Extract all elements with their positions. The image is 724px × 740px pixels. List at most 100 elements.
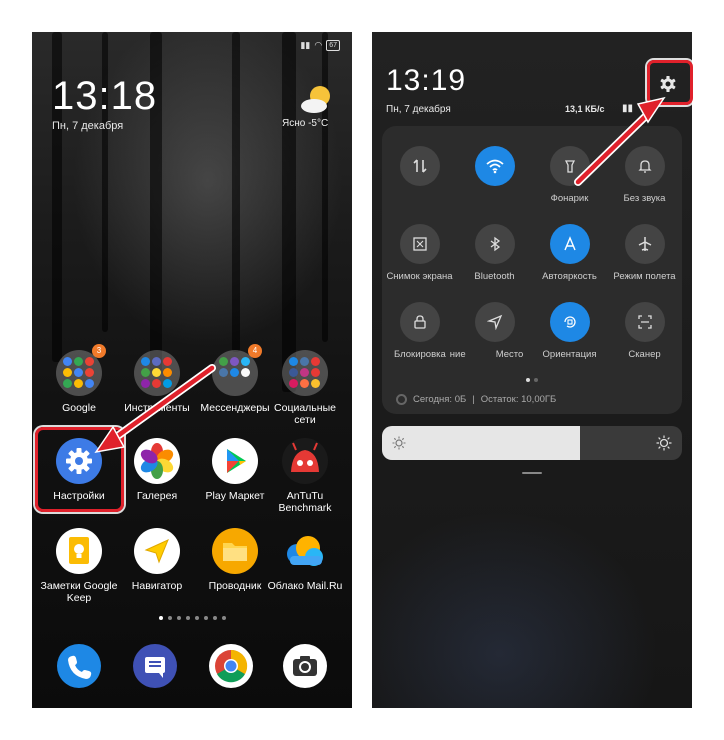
- page-dot[interactable]: [185, 616, 190, 620]
- page-dot[interactable]: [176, 616, 181, 620]
- folder-icon: [212, 528, 258, 574]
- page-dot[interactable]: [212, 616, 217, 620]
- app-navigator[interactable]: Навигатор: [117, 528, 197, 592]
- rotation-icon: [549, 302, 590, 342]
- folder-tools[interactable]: Инструменты: [117, 350, 197, 414]
- screenshot-icon: [399, 224, 440, 264]
- page-dot[interactable]: [221, 616, 226, 620]
- tile-label: Фонарик: [550, 193, 589, 204]
- tile-label: Автояркость: [542, 271, 597, 282]
- page-dot[interactable]: [203, 616, 208, 620]
- app-file-manager[interactable]: Проводник: [195, 528, 275, 592]
- gear-highlight-frame: [647, 60, 693, 105]
- google-folder-icon: 3: [56, 344, 106, 396]
- page-dot[interactable]: [194, 616, 199, 620]
- brightness-slider[interactable]: [382, 426, 682, 460]
- app-antutu[interactable]: AnTuTu Benchmark: [265, 438, 345, 514]
- app-label: Заметки Google Keep: [40, 580, 118, 604]
- tree-trunk: [232, 32, 240, 352]
- data-usage[interactable]: Сегодня: 0Б | Остаток: 10,00ГБ: [396, 394, 556, 405]
- app-label: Play Маркет: [205, 490, 265, 502]
- chrome-icon: [215, 649, 248, 683]
- page-indicator[interactable]: [32, 616, 352, 620]
- notification-date: Пн, 7 декабря: [386, 104, 451, 115]
- airplane-icon: [624, 224, 665, 264]
- tile-scanner[interactable]: Сканер: [607, 302, 682, 360]
- app-label: Социальные сети: [274, 402, 336, 426]
- notification-badge: 3: [92, 344, 106, 358]
- quick-settings-panel: Фонарик Без звука Снимок экрана Bluetoot…: [382, 126, 682, 414]
- bluetooth-icon: [474, 224, 515, 264]
- tile-mobile-data[interactable]: [382, 146, 457, 193]
- tile-page-dot[interactable]: [534, 378, 538, 382]
- phone-icon: [68, 655, 92, 679]
- quick-settings-screen: 13:19 Пн, 7 декабря 13,1 КБ/с ▮▮ Фонарик…: [372, 32, 692, 708]
- gallery-flower-icon: [134, 438, 180, 484]
- app-label: Проводник: [208, 580, 262, 592]
- wifi-status-icon: ◠: [314, 40, 323, 50]
- tile-label-lock: Блокировка ние: [382, 349, 466, 360]
- signal-icon: ▮▮: [300, 40, 311, 50]
- tile-airplane-mode[interactable]: Режим полета: [607, 224, 682, 282]
- app-play-market[interactable]: Play Маркет: [195, 438, 275, 502]
- tile-label: Bluetooth: [474, 271, 515, 282]
- page-dot[interactable]: [158, 616, 163, 620]
- folder-social[interactable]: Социальные сети: [265, 350, 345, 426]
- app-label: Навигатор: [131, 580, 183, 592]
- brightness-fill: [382, 426, 580, 460]
- status-bar: ▮▮ ◠ 67: [300, 40, 340, 51]
- message-icon: [145, 657, 165, 678]
- app-mail-cloud[interactable]: Облако Mail.Ru: [265, 528, 345, 592]
- brightness-high-icon: [656, 435, 672, 451]
- app-gallery[interactable]: Галерея: [117, 438, 197, 502]
- tile-lock[interactable]: Блокировка ние: [382, 302, 466, 360]
- tile-page-indicator[interactable]: [382, 378, 682, 382]
- weather-sun-cloud-icon[interactable]: [300, 84, 334, 114]
- tile-page-dot[interactable]: [526, 378, 530, 382]
- folder-messengers[interactable]: 4 Мессенджеры: [195, 344, 275, 414]
- location-arrow-icon: [474, 302, 515, 342]
- phone-app-button[interactable]: [57, 644, 101, 688]
- tile-location[interactable]: Место: [457, 302, 532, 360]
- tile-auto-brightness[interactable]: Автояркость: [532, 224, 607, 282]
- tile-label: Блокировка: [394, 349, 446, 360]
- antutu-icon: [282, 438, 328, 484]
- camera-app-button[interactable]: [283, 644, 327, 688]
- bell-icon: [624, 146, 665, 186]
- tree-trunk: [282, 32, 296, 392]
- app-google-keep[interactable]: Заметки Google Keep: [39, 528, 119, 604]
- tile-bluetooth[interactable]: Bluetooth: [457, 224, 532, 282]
- auto-brightness-icon: [549, 224, 590, 264]
- wifi-icon: [474, 146, 515, 186]
- messages-app-button[interactable]: [133, 644, 177, 688]
- page-dot[interactable]: [167, 616, 172, 620]
- settings-highlight-frame: [35, 427, 124, 512]
- tile-wifi[interactable]: [457, 146, 532, 193]
- tile-label: Сканер: [628, 349, 661, 360]
- panel-drag-handle[interactable]: [522, 472, 542, 474]
- play-store-icon: [212, 438, 258, 484]
- network-speed: 13,1 КБ/с: [565, 104, 605, 114]
- notification-badge: 4: [248, 344, 262, 358]
- folder-google[interactable]: 3 Google: [39, 344, 119, 414]
- tile-flashlight[interactable]: Фонарик: [532, 146, 607, 204]
- home-date: Пн, 7 декабря: [52, 120, 124, 132]
- lockscreen-clock[interactable]: 13:18: [52, 74, 157, 119]
- weather-text: Ясно -5°C: [282, 118, 329, 129]
- tile-screenshot[interactable]: Снимок экрана: [382, 224, 457, 282]
- battery-indicator: 67: [326, 40, 340, 51]
- app-label: Инструменты: [124, 402, 190, 414]
- app-label: Галерея: [136, 490, 178, 502]
- brightness-low-icon: [392, 436, 406, 450]
- keep-bulb-icon: [56, 528, 102, 574]
- usage-today: Сегодня: 0Б: [413, 394, 467, 405]
- scanner-icon: [624, 302, 665, 342]
- tile-label: Снимок экрана: [386, 271, 453, 282]
- camera-icon: [293, 656, 317, 676]
- tile-label: Место: [495, 349, 524, 360]
- tile-orientation[interactable]: Ориентация: [532, 302, 607, 360]
- notification-clock[interactable]: 13:19: [386, 64, 466, 98]
- chrome-app-button[interactable]: [209, 644, 253, 688]
- tile-silent[interactable]: Без звука: [607, 146, 682, 204]
- app-label: Облако Mail.Ru: [267, 580, 343, 592]
